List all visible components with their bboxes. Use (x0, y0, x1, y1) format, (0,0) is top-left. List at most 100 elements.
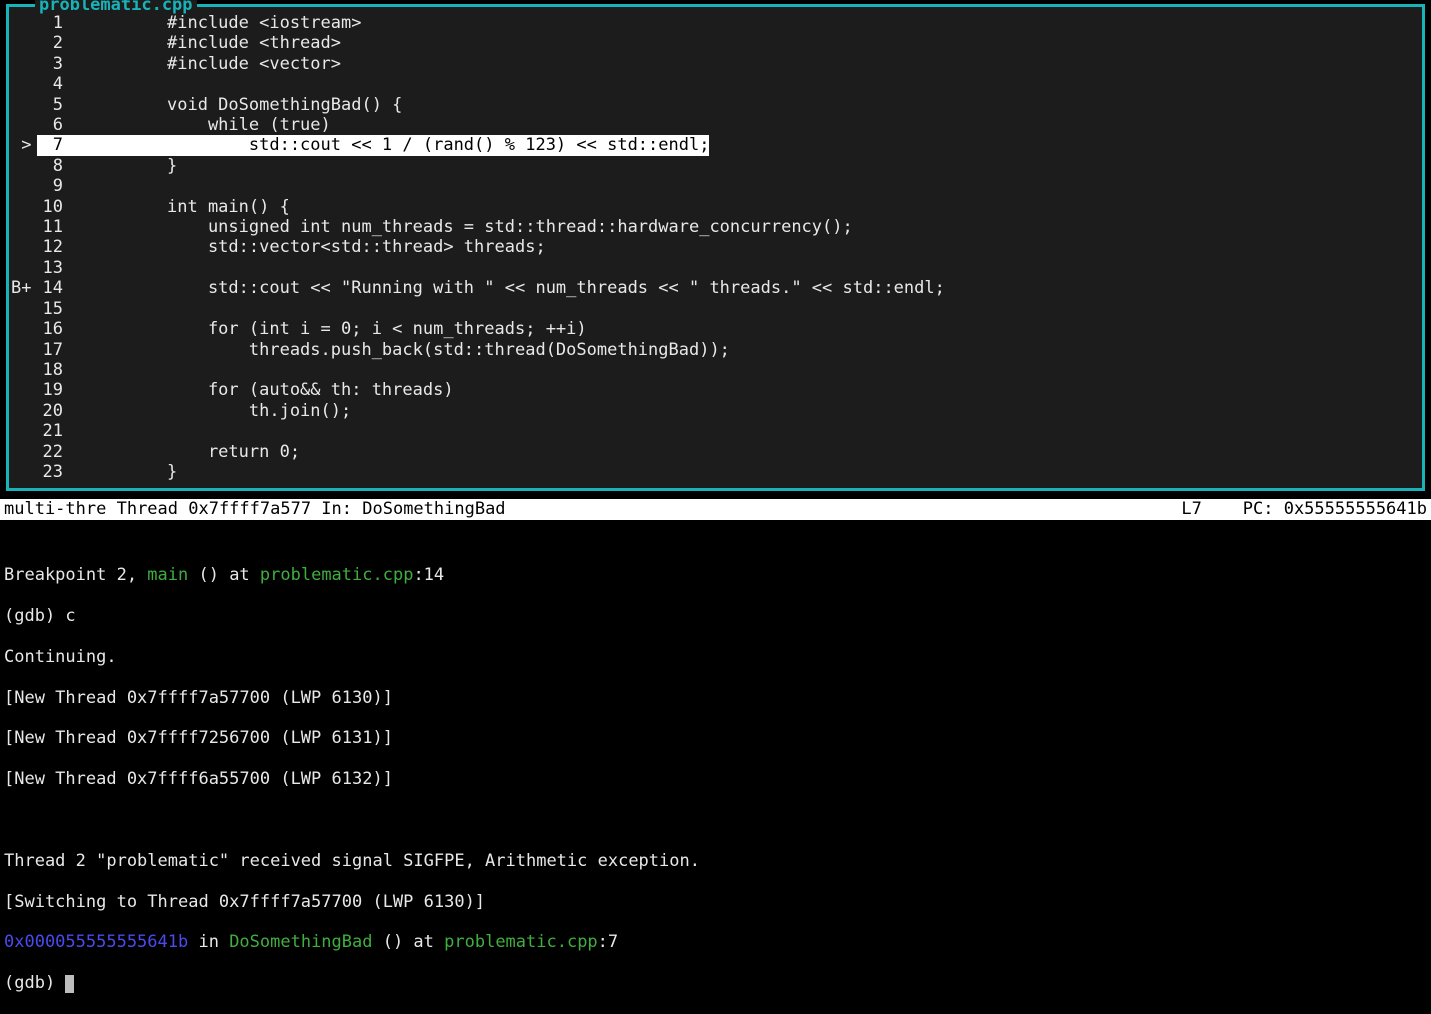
source-line: 19 for (auto&& th: threads) (9, 380, 1414, 400)
line-number: 14 (37, 278, 67, 298)
source-line: 10int main() { (9, 197, 1414, 217)
gutter-marker (9, 299, 37, 319)
source-line: 3#include <vector> (9, 54, 1414, 74)
line-number: 2 (37, 33, 67, 53)
source-body[interactable]: 1#include <iostream>2#include <thread>3#… (9, 7, 1422, 488)
status-left: multi-thre Thread 0x7ffff7a577 In: DoSom… (4, 499, 1181, 520)
line-number: 15 (37, 299, 67, 319)
console-line: Thread 2 "problematic" received signal S… (4, 851, 1427, 871)
line-number: 4 (37, 74, 67, 94)
code-text: } (67, 462, 1414, 482)
source-line: 12 std::vector<std::thread> threads; (9, 237, 1414, 257)
gutter-marker (9, 462, 37, 482)
gutter-marker (9, 360, 37, 380)
console-line: 0x000055555555641b in DoSomethingBad () … (4, 932, 1427, 952)
code-text: #include <thread> (67, 33, 1414, 53)
code-text: for (auto&& th: threads) (67, 380, 1414, 400)
gutter-marker (9, 258, 37, 278)
gdb-console[interactable]: Breakpoint 2, main () at problematic.cpp… (0, 520, 1431, 1014)
gutter-marker (9, 115, 37, 135)
line-number: 9 (37, 176, 67, 196)
status-line: L7 (1181, 499, 1201, 519)
source-filename: problematic.cpp (35, 0, 197, 15)
code-text: void DoSomethingBad() { (67, 95, 1414, 115)
source-line: 18 (9, 360, 1414, 380)
crash-func: DoSomethingBad (229, 932, 372, 952)
code-text (67, 421, 1414, 441)
line-number: 5 (37, 95, 67, 115)
code-text: std::cout << "Running with " << num_thre… (67, 278, 1414, 298)
crash-in: in (188, 932, 229, 952)
code-text (67, 258, 1414, 278)
gutter-marker (9, 197, 37, 217)
gutter-marker (9, 401, 37, 421)
gdb-prompt-line[interactable]: (gdb) (4, 973, 1427, 993)
code-text (67, 360, 1414, 380)
code-text: threads.push_back(std::thread(DoSomethin… (67, 340, 1414, 360)
breakpoint-func: main (147, 565, 188, 585)
code-text: unsigned int num_threads = std::thread::… (67, 217, 1414, 237)
gutter-marker (9, 176, 37, 196)
gutter-marker (9, 340, 37, 360)
gutter-marker: B+ (9, 278, 37, 298)
status-thread: Thread 0x7ffff7a577 (117, 499, 322, 519)
crash-at: () at (372, 932, 444, 952)
source-line: 8} (9, 156, 1414, 176)
line-number: 22 (37, 442, 67, 462)
source-line: 4 (9, 74, 1414, 94)
line-number: 11 (37, 217, 67, 237)
gutter-marker (9, 95, 37, 115)
source-line: 11 unsigned int num_threads = std::threa… (9, 217, 1414, 237)
breakpoint-line: :14 (413, 565, 444, 585)
source-line: 21 (9, 421, 1414, 441)
status-bar: multi-thre Thread 0x7ffff7a577 In: DoSom… (0, 499, 1431, 520)
breakpoint-prefix: Breakpoint 2, (4, 565, 147, 585)
source-line: 17 threads.push_back(std::thread(DoSomet… (9, 340, 1414, 360)
gutter-marker (9, 13, 37, 33)
gutter-marker (9, 156, 37, 176)
status-pc: PC: 0x55555555641b (1243, 499, 1427, 519)
console-line: (gdb) c (4, 606, 1427, 626)
crash-address: 0x000055555555641b (4, 932, 188, 952)
code-text (67, 299, 1414, 319)
crash-line: :7 (598, 932, 618, 952)
gutter-marker (9, 442, 37, 462)
gutter-marker (9, 217, 37, 237)
code-text (67, 74, 1414, 94)
source-line: 15 (9, 299, 1414, 319)
source-line: 23} (9, 462, 1414, 482)
line-number: 10 (37, 197, 67, 217)
gutter-marker (9, 380, 37, 400)
console-line: [New Thread 0x7ffff7a57700 (LWP 6130)] (4, 688, 1427, 708)
source-line: 22 return 0; (9, 442, 1414, 462)
gutter-marker (9, 421, 37, 441)
code-text: return 0; (67, 442, 1414, 462)
line-number: 23 (37, 462, 67, 482)
line-number: 12 (37, 237, 67, 257)
source-line: 20 th.join(); (9, 401, 1414, 421)
source-window: problematic.cpp 1#include <iostream>2#in… (6, 4, 1425, 491)
line-number: 6 (37, 115, 67, 135)
source-line: 9 (9, 176, 1414, 196)
line-number: 20 (37, 401, 67, 421)
console-blank (4, 810, 1427, 830)
line-number: 1 (37, 13, 67, 33)
source-line: >7 std::cout << 1 / (rand() % 123) << st… (9, 135, 1414, 155)
status-right: L7 PC: 0x55555555641b (1181, 499, 1427, 520)
console-line: [New Thread 0x7ffff7256700 (LWP 6131)] (4, 728, 1427, 748)
gutter-marker (9, 237, 37, 257)
code-text: #include <iostream> (67, 13, 1414, 33)
cursor-icon (65, 975, 74, 993)
line-number: 18 (37, 360, 67, 380)
gutter-marker (9, 74, 37, 94)
code-text: th.join(); (67, 401, 1414, 421)
source-line: B+14 std::cout << "Running with " << num… (9, 278, 1414, 298)
status-function: DoSomethingBad (362, 499, 505, 519)
status-in-label: In: (321, 499, 362, 519)
gdb-prompt: (gdb) (4, 973, 65, 993)
crash-file: problematic.cpp (444, 932, 598, 952)
line-number: 21 (37, 421, 67, 441)
code-text: while (true) (67, 115, 1414, 135)
console-line: [New Thread 0x7ffff6a55700 (LWP 6132)] (4, 769, 1427, 789)
source-line: 1#include <iostream> (9, 13, 1414, 33)
